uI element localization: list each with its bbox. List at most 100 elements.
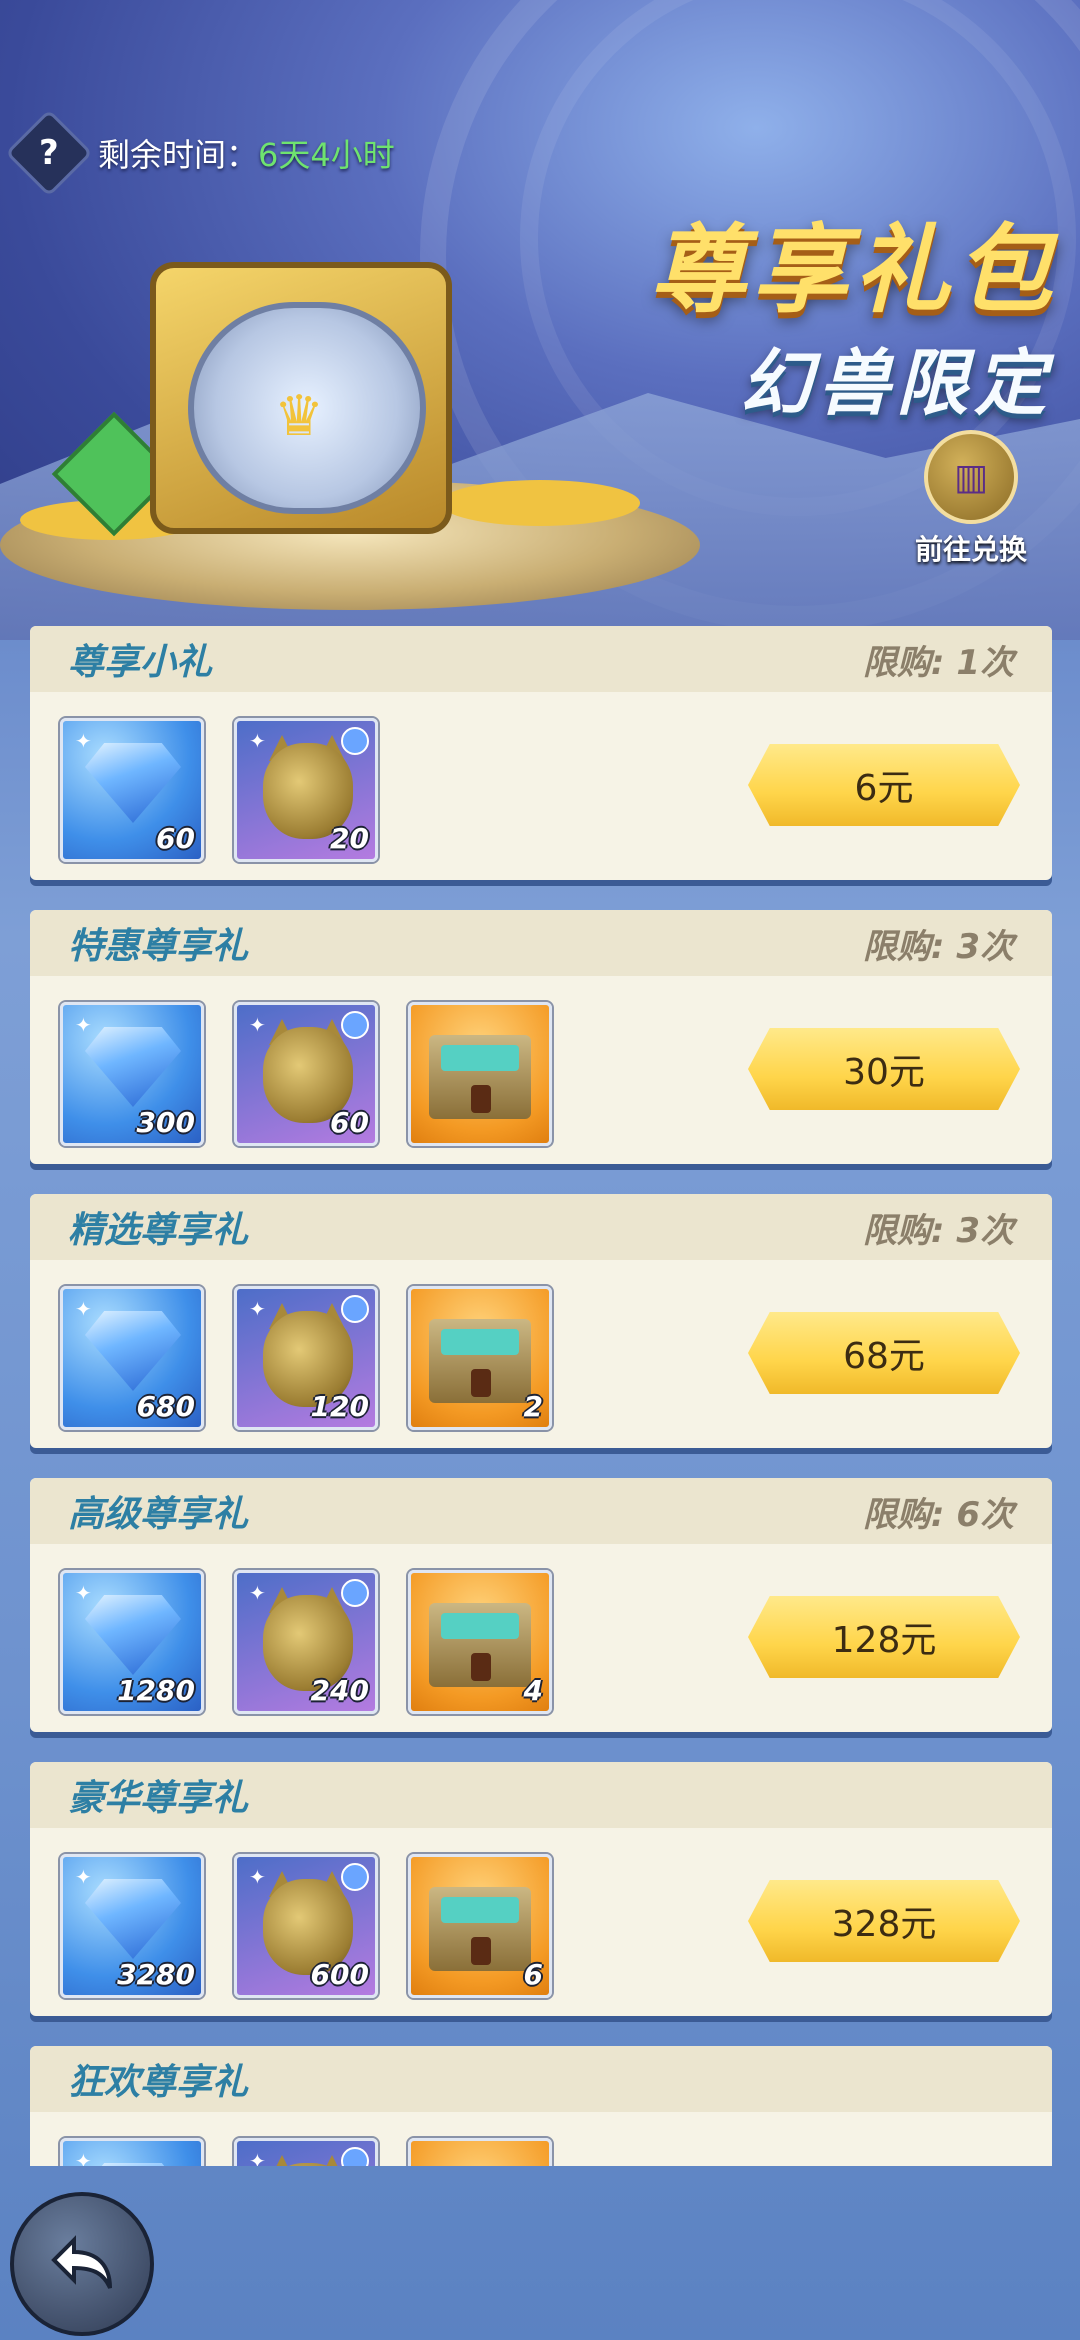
buy-button[interactable]: 128元: [748, 1596, 1020, 1678]
package-title: 高级尊享礼: [68, 1494, 249, 1535]
treasure-chest-icon: [441, 1045, 519, 1071]
treasure-chest-icon: [441, 1613, 519, 1639]
treasure-chest-icon: [471, 1653, 491, 1681]
timer-label: 剩余时间：: [98, 136, 259, 174]
package-header: 特惠尊享礼 限购: 3次: [30, 910, 1052, 976]
package-title: 尊享小礼: [68, 642, 213, 683]
item-quantity: 120: [310, 1390, 369, 1423]
cat-reward-item[interactable]: ✦ 240: [234, 1570, 378, 1714]
item-quantity: 2: [523, 1390, 543, 1423]
buy-button[interactable]: 6元: [748, 744, 1020, 826]
package-card: 狂欢尊享礼 ✦ ✦: [30, 2046, 1052, 2166]
purchase-limit: 限购: 6次: [862, 1494, 1014, 1535]
chest-reward-item[interactable]: 2: [408, 1286, 552, 1430]
sparkle-icon: ✦: [75, 1581, 92, 1605]
package-title: 精选尊享礼: [68, 1210, 249, 1251]
package-header: 精选尊享礼 限购: 3次: [30, 1194, 1052, 1260]
treasure-chest-icon: [441, 1897, 519, 1923]
purchase-limit: 限购: 1次: [862, 642, 1014, 683]
crown-icon: ♛: [274, 384, 325, 449]
package-items: ✦ 300 ✦ 60: [60, 1002, 552, 1146]
package-items: ✦ 1280 ✦ 240 4: [60, 1570, 552, 1714]
shop-icon: ▥: [924, 430, 1018, 524]
diamond-reward-item[interactable]: ✦ 1280: [60, 1570, 204, 1714]
diamond-icon: [85, 743, 181, 823]
diamond-icon: [85, 1595, 181, 1675]
clock-icon: [341, 2147, 369, 2166]
gift-chest-image: ♛: [150, 262, 452, 534]
item-quantity: 680: [136, 1390, 195, 1423]
item-quantity: 20: [330, 822, 369, 855]
diamond-reward-item[interactable]: ✦ 60: [60, 718, 204, 862]
clock-icon: [341, 1295, 369, 1323]
diamond-icon: [85, 1879, 181, 1959]
banner-title: 尊享礼包: [650, 214, 1058, 326]
cat-reward-item[interactable]: ✦ 60: [234, 1002, 378, 1146]
timer-value: 6天4小时: [258, 136, 395, 174]
golden-cat-icon: [263, 2163, 353, 2166]
cat-reward-item[interactable]: ✦ 120: [234, 1286, 378, 1430]
diamond-icon: [85, 2163, 181, 2166]
buy-button[interactable]: 68元: [748, 1312, 1020, 1394]
buy-button[interactable]: 30元: [748, 1028, 1020, 1110]
treasure-chest-icon: [471, 1937, 491, 1965]
package-items: ✦ ✦: [60, 2138, 552, 2166]
package-header: 豪华尊享礼: [30, 1762, 1052, 1828]
sparkle-icon: ✦: [75, 2149, 92, 2166]
package-header: 狂欢尊享礼: [30, 2046, 1052, 2112]
diamond-reward-item[interactable]: ✦ 3280: [60, 1854, 204, 1998]
item-quantity: 60: [330, 1106, 369, 1139]
clock-icon: [341, 1011, 369, 1039]
banner: ♛ ? 剩余时间：6天4小时 尊享礼包 幻兽限定 ▥ 前往兑换: [0, 0, 1080, 640]
exchange-label: 前往兑换: [914, 533, 1027, 566]
package-header: 高级尊享礼 限购: 6次: [30, 1478, 1052, 1544]
item-quantity: 60: [156, 822, 195, 855]
sparkle-icon: ✦: [75, 1013, 92, 1037]
chest-reward-item[interactable]: 4: [408, 1570, 552, 1714]
question-icon[interactable]: ?: [5, 109, 93, 197]
chest-reward-item[interactable]: 6: [408, 1854, 552, 1998]
diamond-reward-item[interactable]: ✦ 300: [60, 1002, 204, 1146]
package-title: 狂欢尊享礼: [68, 2062, 249, 2103]
clock-icon: [341, 1579, 369, 1607]
sparkle-icon: ✦: [249, 1297, 266, 1321]
package-list[interactable]: 尊享小礼 限购: 1次 ✦ 60 ✦ 20 6元特惠尊享礼 限购: 3次 ✦ 300 ✦ 60 30元精…: [30, 626, 1052, 2166]
package-card: 精选尊享礼 限购: 3次 ✦ 680 ✦ 120 2 68元: [30, 1194, 1052, 1448]
package-card: 高级尊享礼 限购: 6次 ✦ 1280 ✦ 240 4 128元: [30, 1478, 1052, 1732]
clock-icon: [341, 727, 369, 755]
cat-reward-item[interactable]: ✦ 20: [234, 718, 378, 862]
diamond-icon: [85, 1311, 181, 1391]
exchange-button[interactable]: ▥ 前往兑换: [906, 430, 1036, 568]
treasure-chest-icon: [471, 1369, 491, 1397]
purchase-limit: 限购: 3次: [862, 926, 1014, 967]
package-card: 特惠尊享礼 限购: 3次 ✦ 300 ✦ 60 30元: [30, 910, 1052, 1164]
package-title: 豪华尊享礼: [68, 1778, 249, 1819]
sparkle-icon: ✦: [249, 1865, 266, 1889]
sparkle-icon: ✦: [249, 2149, 266, 2166]
sparkle-icon: ✦: [75, 1865, 92, 1889]
item-quantity: 300: [136, 1106, 195, 1139]
item-quantity: 3280: [117, 1958, 195, 1991]
chest-reward-item[interactable]: [408, 1002, 552, 1146]
coins-pile: [440, 480, 640, 526]
diamond-icon: [85, 1027, 181, 1107]
package-items: ✦ 3280 ✦ 600 6: [60, 1854, 552, 1998]
sparkle-icon: ✦: [75, 729, 92, 753]
cat-reward-item[interactable]: ✦: [234, 2138, 378, 2166]
diamond-reward-item[interactable]: ✦: [60, 2138, 204, 2166]
package-items: ✦ 680 ✦ 120 2: [60, 1286, 552, 1430]
treasure-chest-icon: [471, 1085, 491, 1113]
remaining-time: ? 剩余时间：6天4小时: [5, 109, 395, 197]
sparkle-icon: ✦: [75, 1297, 92, 1321]
package-items: ✦ 60 ✦ 20: [60, 718, 378, 862]
buy-button[interactable]: 328元: [748, 1880, 1020, 1962]
package-card: 豪华尊享礼 ✦ 3280 ✦ 600 6 328元: [30, 1762, 1052, 2016]
sparkle-icon: ✦: [249, 1013, 266, 1037]
sparkle-icon: ✦: [249, 729, 266, 753]
cat-reward-item[interactable]: ✦ 600: [234, 1854, 378, 1998]
item-quantity: 6: [523, 1958, 543, 1991]
package-header: 尊享小礼 限购: 1次: [30, 626, 1052, 692]
back-button[interactable]: [10, 2192, 154, 2336]
chest-reward-item[interactable]: [408, 2138, 552, 2166]
diamond-reward-item[interactable]: ✦ 680: [60, 1286, 204, 1430]
